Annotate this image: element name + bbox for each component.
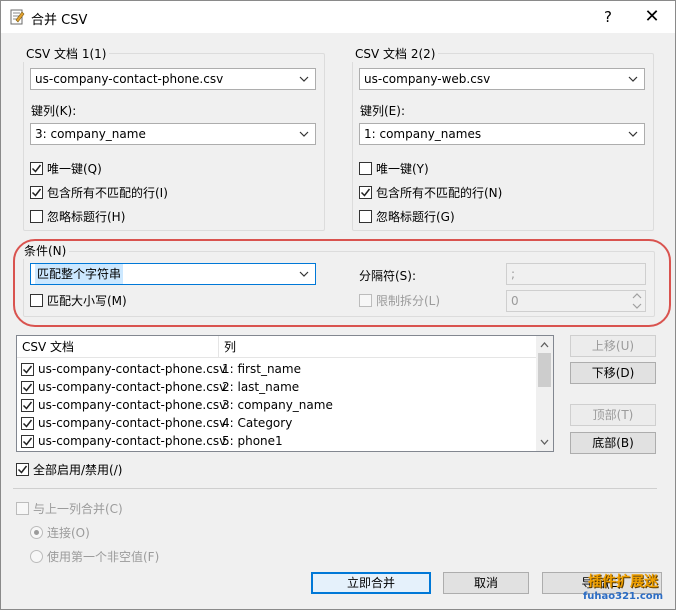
table-row[interactable]: us-company-contact-phone.csv 1: first_na… bbox=[17, 360, 301, 378]
csv1-key-select[interactable]: 3: company_name bbox=[30, 123, 316, 145]
csv2-unique-key-label: 唯一键(Y) bbox=[376, 162, 429, 176]
separator-line bbox=[13, 488, 657, 489]
csv1-file-value: us-company-contact-phone.csv bbox=[35, 72, 224, 86]
checkbox-empty-icon bbox=[16, 502, 29, 515]
chevron-down-icon bbox=[299, 131, 309, 137]
cancel-button[interactable]: 取消 bbox=[443, 572, 529, 594]
table-row[interactable]: us-company-contact-phone.csv 4: Category bbox=[17, 414, 292, 432]
csv1-key-label: 键列(K): bbox=[31, 104, 77, 118]
table-row[interactable]: us-company-contact-phone.csv 5: phone1 bbox=[17, 432, 283, 450]
csv2-key-select[interactable]: 1: company_names bbox=[359, 123, 645, 145]
csv1-key-value: 3: company_name bbox=[35, 127, 146, 141]
csv1-legend: CSV 文档 1(1) bbox=[23, 45, 110, 62]
scroll-up-icon[interactable] bbox=[538, 339, 551, 351]
concat-radio[interactable]: 连接(O) bbox=[30, 524, 90, 541]
row-doc: us-company-contact-phone.csv bbox=[38, 398, 227, 412]
merge-prev-label: 与上一列合并(C) bbox=[33, 502, 123, 516]
help-button[interactable]: ? bbox=[585, 1, 631, 33]
concat-label: 连接(O) bbox=[47, 526, 90, 540]
scroll-down-icon[interactable] bbox=[538, 436, 551, 448]
row-doc: us-company-contact-phone.csv bbox=[38, 362, 227, 376]
chevron-down-icon bbox=[299, 76, 309, 82]
col-header-doc[interactable]: CSV 文档 bbox=[17, 336, 219, 358]
table-row[interactable]: us-company-contact-phone.csv 2: last_nam… bbox=[17, 378, 299, 396]
watermark-line1: 插件扩展迷 bbox=[588, 574, 658, 590]
checkbox-checked-icon bbox=[30, 162, 43, 175]
move-up-button[interactable]: 上移(U) bbox=[570, 335, 656, 357]
csv2-key-label: 键列(E): bbox=[360, 104, 405, 118]
checkbox-empty-icon bbox=[359, 210, 372, 223]
row-doc: us-company-contact-phone.csv bbox=[38, 380, 227, 394]
row-doc: us-company-contact-phone.csv bbox=[38, 416, 227, 430]
window-title: 合并 CSV bbox=[31, 13, 88, 28]
csv1-unique-key-checkbox[interactable]: 唯一键(Q) bbox=[30, 160, 102, 177]
csv1-include-unmatched-label: 包含所有不匹配的行(I) bbox=[47, 186, 168, 200]
csv1-ignore-header-checkbox[interactable]: 忽略标题行(H) bbox=[30, 208, 125, 225]
checkbox-checked-icon[interactable] bbox=[21, 416, 34, 430]
listview-header: CSV 文档 列 bbox=[17, 336, 537, 358]
csv1-include-unmatched-checkbox[interactable]: 包含所有不匹配的行(I) bbox=[30, 184, 168, 201]
close-button[interactable]: ✕ bbox=[629, 1, 675, 33]
merge-now-button[interactable]: 立即合并 bbox=[311, 572, 431, 594]
csv1-ignore-header-label: 忽略标题行(H) bbox=[47, 210, 126, 224]
csv2-unique-key-checkbox[interactable]: 唯一键(Y) bbox=[359, 160, 429, 177]
radio-selected-icon bbox=[30, 526, 43, 539]
first-nonempty-radio[interactable]: 使用第一个非空值(F) bbox=[30, 548, 159, 565]
toggle-all-checkbox[interactable]: 全部启用/禁用(/) bbox=[16, 461, 122, 478]
csv2-ignore-header-label: 忽略标题行(G) bbox=[376, 210, 455, 224]
row-column: 5: phone1 bbox=[222, 434, 283, 448]
merge-csv-dialog: 合并 CSV ? ✕ CSV 文档 1(1) us-company-contac… bbox=[0, 0, 676, 610]
checkbox-empty-icon bbox=[30, 210, 43, 223]
move-top-button[interactable]: 顶部(T) bbox=[570, 404, 656, 426]
csv2-key-value: 1: company_names bbox=[364, 127, 482, 141]
csv2-legend: CSV 文档 2(2) bbox=[352, 45, 439, 62]
col-header-column[interactable]: 列 bbox=[219, 336, 537, 358]
toggle-all-label: 全部启用/禁用(/) bbox=[33, 463, 123, 477]
title-bar: 合并 CSV ? ✕ bbox=[1, 1, 675, 33]
listview-scrollbar[interactable] bbox=[536, 336, 553, 451]
checkbox-checked-icon[interactable] bbox=[21, 380, 34, 394]
checkbox-checked-icon[interactable] bbox=[21, 434, 34, 448]
row-doc: us-company-contact-phone.csv bbox=[38, 434, 227, 448]
chevron-down-icon bbox=[628, 131, 638, 137]
checkbox-checked-icon[interactable] bbox=[21, 362, 34, 376]
watermark-line2: fuhao321.com bbox=[582, 591, 664, 602]
chevron-down-icon bbox=[628, 76, 638, 82]
radio-empty-icon bbox=[30, 550, 43, 563]
checkbox-checked-icon[interactable] bbox=[21, 398, 34, 412]
highlight-annotation bbox=[13, 239, 671, 327]
row-column: 1: first_name bbox=[222, 362, 301, 376]
csv2-include-unmatched-checkbox[interactable]: 包含所有不匹配的行(N) bbox=[359, 184, 502, 201]
first-nonempty-label: 使用第一个非空值(F) bbox=[47, 550, 160, 564]
merge-prev-checkbox[interactable]: 与上一列合并(C) bbox=[16, 500, 123, 517]
row-column: 3: company_name bbox=[222, 398, 333, 412]
checkbox-checked-icon bbox=[359, 186, 372, 199]
site-watermark: 插件扩展迷 fuhao321.com bbox=[571, 571, 675, 609]
row-column: 2: last_name bbox=[222, 380, 300, 394]
move-bottom-button[interactable]: 底部(B) bbox=[570, 432, 656, 454]
columns-listview[interactable]: CSV 文档 列 us-company-contact-phone.csv 1:… bbox=[16, 335, 554, 452]
csv2-file-select[interactable]: us-company-web.csv bbox=[359, 68, 645, 90]
move-down-button[interactable]: 下移(D) bbox=[570, 362, 656, 384]
csv2-ignore-header-checkbox[interactable]: 忽略标题行(G) bbox=[359, 208, 455, 225]
checkbox-checked-icon bbox=[30, 186, 43, 199]
checkbox-empty-icon bbox=[359, 162, 372, 175]
csv-app-icon bbox=[10, 9, 25, 25]
csv2-include-unmatched-label: 包含所有不匹配的行(N) bbox=[376, 186, 503, 200]
checkbox-checked-icon bbox=[16, 463, 29, 476]
table-row[interactable]: us-company-contact-phone.csv 3: company_… bbox=[17, 396, 333, 414]
scrollbar-thumb[interactable] bbox=[538, 353, 551, 387]
row-column: 4: Category bbox=[222, 416, 293, 430]
csv1-file-select[interactable]: us-company-contact-phone.csv bbox=[30, 68, 316, 90]
csv2-file-value: us-company-web.csv bbox=[364, 72, 491, 86]
csv1-unique-key-label: 唯一键(Q) bbox=[47, 162, 102, 176]
